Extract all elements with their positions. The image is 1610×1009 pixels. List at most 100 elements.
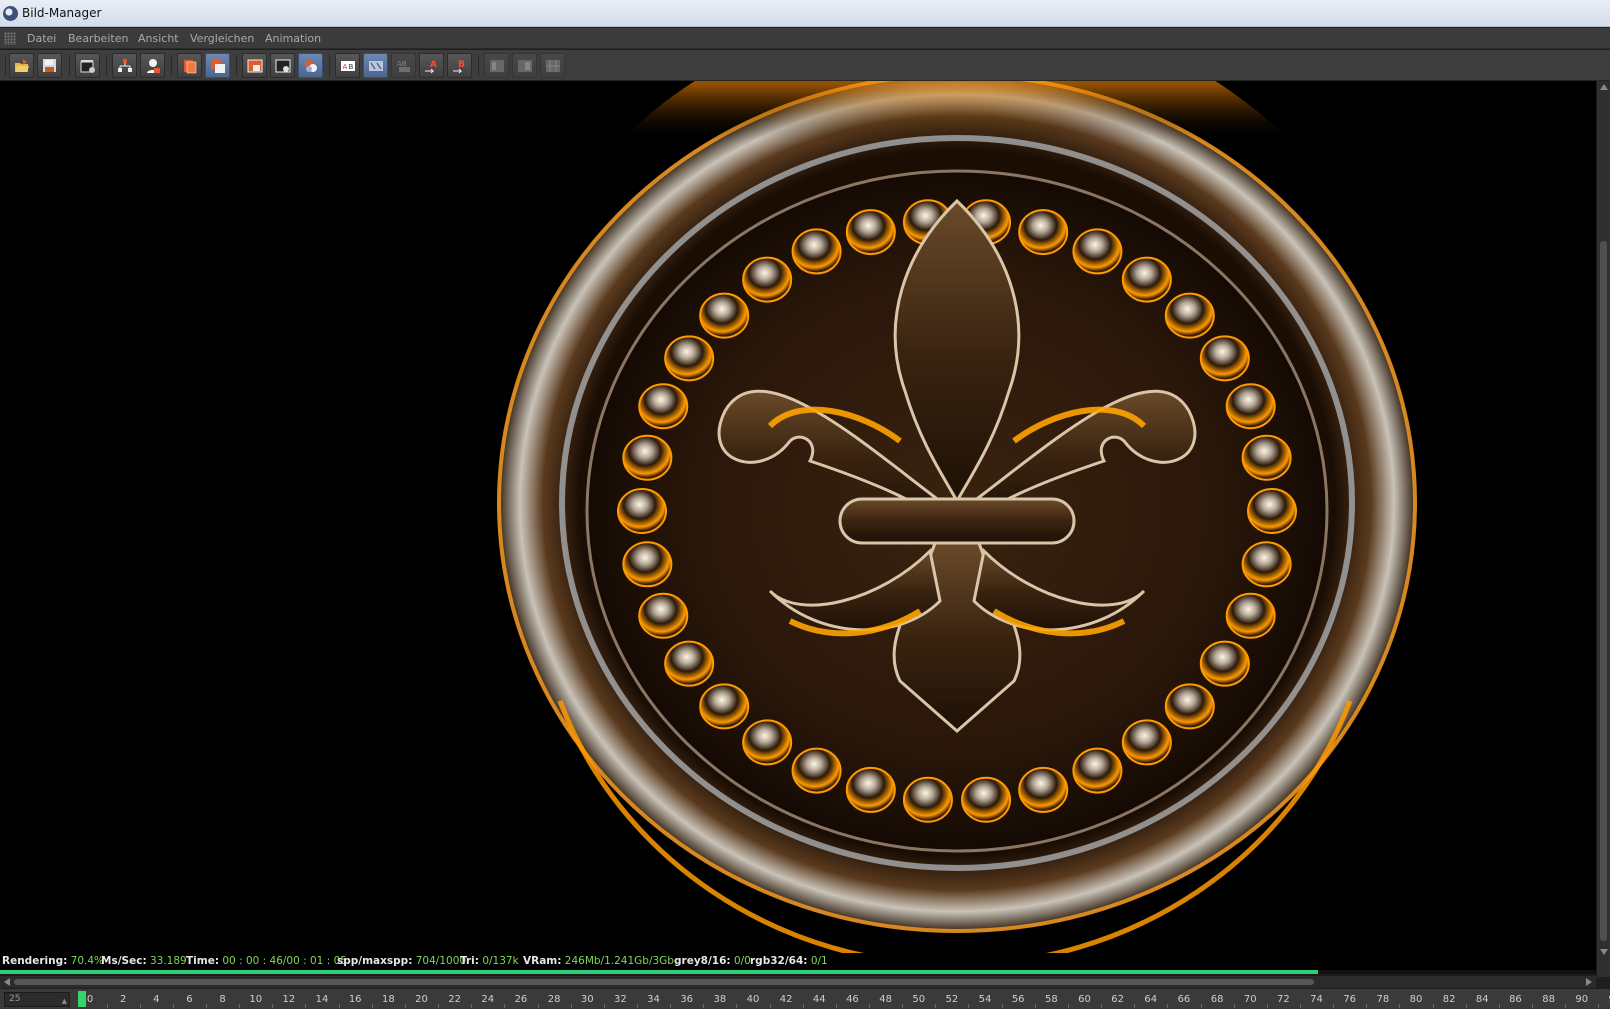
scroll-left-icon[interactable] [4,978,10,986]
scroll-right-icon[interactable] [1586,978,1592,986]
animation-timeline: 25 ▲ 0 2 4 6 8 10 12 14 16 18 20 22 24 26 28 30 32 34 36 38… [0,989,1610,1009]
medallion-bead [961,776,1012,823]
frame-tick-label: 18 [381,994,395,1005]
frame-tick-label: 14 [315,994,329,1005]
render-progress-fill [0,970,1319,974]
render-viewport[interactable] [0,81,1596,953]
horizontal-scroll-thumb[interactable] [14,979,1314,985]
frame-minor-tick [471,1004,473,1008]
swap-ab-button[interactable] [484,53,509,78]
horizontal-scrollbar[interactable] [0,975,1596,988]
ab-toggle-button[interactable]: AB [391,53,416,78]
menu-animation[interactable]: Animation [265,32,321,45]
menu-ansicht[interactable]: Ansicht [138,32,179,45]
history-button[interactable] [177,53,202,78]
frame-minor-tick [802,1004,804,1008]
scroll-up-icon[interactable] [1600,84,1608,90]
time-value: 00 : 00 : 46/00 : 01 : 05 [222,955,347,967]
svg-text:AB: AB [397,60,407,68]
frame-minor-tick [206,1004,208,1008]
medallion-bead [1121,719,1172,766]
grid-button[interactable] [540,53,565,78]
frame-minor-tick [1532,1004,1534,1008]
frame-tick-label: 68 [1210,994,1224,1005]
medallion-bead [699,683,750,730]
grid-icon [546,60,560,72]
ab-compare-button[interactable]: AB [335,53,360,78]
set-a-icon: A [425,60,437,74]
frame-minor-tick [1598,1004,1600,1008]
frame-minor-tick [438,1004,440,1008]
medallion-bead [845,209,896,256]
frame-minor-tick [1432,1004,1434,1008]
medallion-bead [742,719,793,766]
vertical-scrollbar[interactable] [1596,81,1610,977]
frame-tick-label: 74 [1310,994,1323,1005]
frame-ruler[interactable]: 0 2 4 6 8 10 12 14 16 18 20 22 24 26 28 30 32 34 36 38 40 42 4… [78,989,1610,1009]
difference-icon [518,60,532,72]
frame-tick-label: 8 [219,994,226,1005]
frame-minor-tick [636,1004,638,1008]
scroll-down-icon[interactable] [1600,949,1608,955]
ab-split-icon [369,61,383,71]
vram-value: 246Mb/1.241Gb/3Gb [564,955,674,967]
view-single-button[interactable] [242,53,267,78]
fps-stepper[interactable]: 25 ▲ [4,992,70,1007]
frame-tick-label: 66 [1177,994,1191,1005]
render-settings-button[interactable] [75,53,100,78]
render-progress-bar [0,970,1596,974]
save-file-button[interactable] [37,53,62,78]
view-channel-button[interactable] [298,53,323,78]
frame-tick-label: 64 [1144,994,1158,1005]
frame-tick-label: 0 [86,994,94,1005]
svg-text:B: B [349,63,354,71]
rendering-value: 70.4% [70,955,104,967]
view-filter-button[interactable] [270,53,295,78]
frame-minor-tick [968,1004,970,1008]
menu-grip-icon[interactable] [4,32,16,45]
menu-datei[interactable]: Datei [27,32,56,45]
stepper-arrows-icon[interactable]: ▲ [62,995,67,1008]
medallion-bead [1018,209,1069,256]
frame-tick-label: 46 [846,994,859,1005]
ab-split-button[interactable] [363,53,388,78]
difference-button[interactable] [512,53,537,78]
medallion-bead [1225,592,1276,639]
menu-bearbeiten[interactable]: Bearbeiten [68,32,128,45]
medallion-bead [1164,292,1215,339]
cinema4d-app-icon [3,6,18,21]
frame-tick-label: 52 [945,994,959,1005]
rendering-label: Rendering: [2,955,68,967]
copy-image-button[interactable] [205,53,230,78]
medallion-bead [742,256,793,303]
frame-tick-label: 58 [1044,994,1058,1005]
medallion-bead [1225,383,1276,430]
frame-minor-tick [338,1004,340,1008]
view-single-icon [247,59,263,73]
svg-text:A: A [343,63,348,71]
frame-tick-label: 40 [746,994,760,1005]
frame-minor-tick [1001,1004,1003,1008]
open-file-button[interactable] [9,53,34,78]
frame-minor-tick [504,1004,506,1008]
frame-tick-label: 36 [680,994,694,1005]
frame-minor-tick [1266,1004,1268,1008]
vram-label: VRam: [523,955,562,967]
set-a-button[interactable]: A [419,53,444,78]
time-label: Time: [186,955,220,967]
menu-vergleichen[interactable]: Vergleichen [190,32,254,45]
frame-minor-tick [1333,1004,1335,1008]
user-view-button[interactable] [140,53,165,78]
ab-compare-icon: AB [341,61,355,71]
current-frame-marker[interactable] [78,991,86,1007]
layer-tree-button[interactable] [112,53,137,78]
medallion-bead [1241,434,1292,481]
set-b-button[interactable]: B [447,53,472,78]
medallion-bead [1164,683,1215,730]
frame-minor-tick [902,1004,904,1008]
frame-minor-tick [570,1004,572,1008]
history-icon [184,60,197,74]
frame-minor-tick [537,1004,539,1008]
frame-tick-label: 76 [1343,994,1357,1005]
vertical-scroll-thumb[interactable] [1600,241,1607,941]
